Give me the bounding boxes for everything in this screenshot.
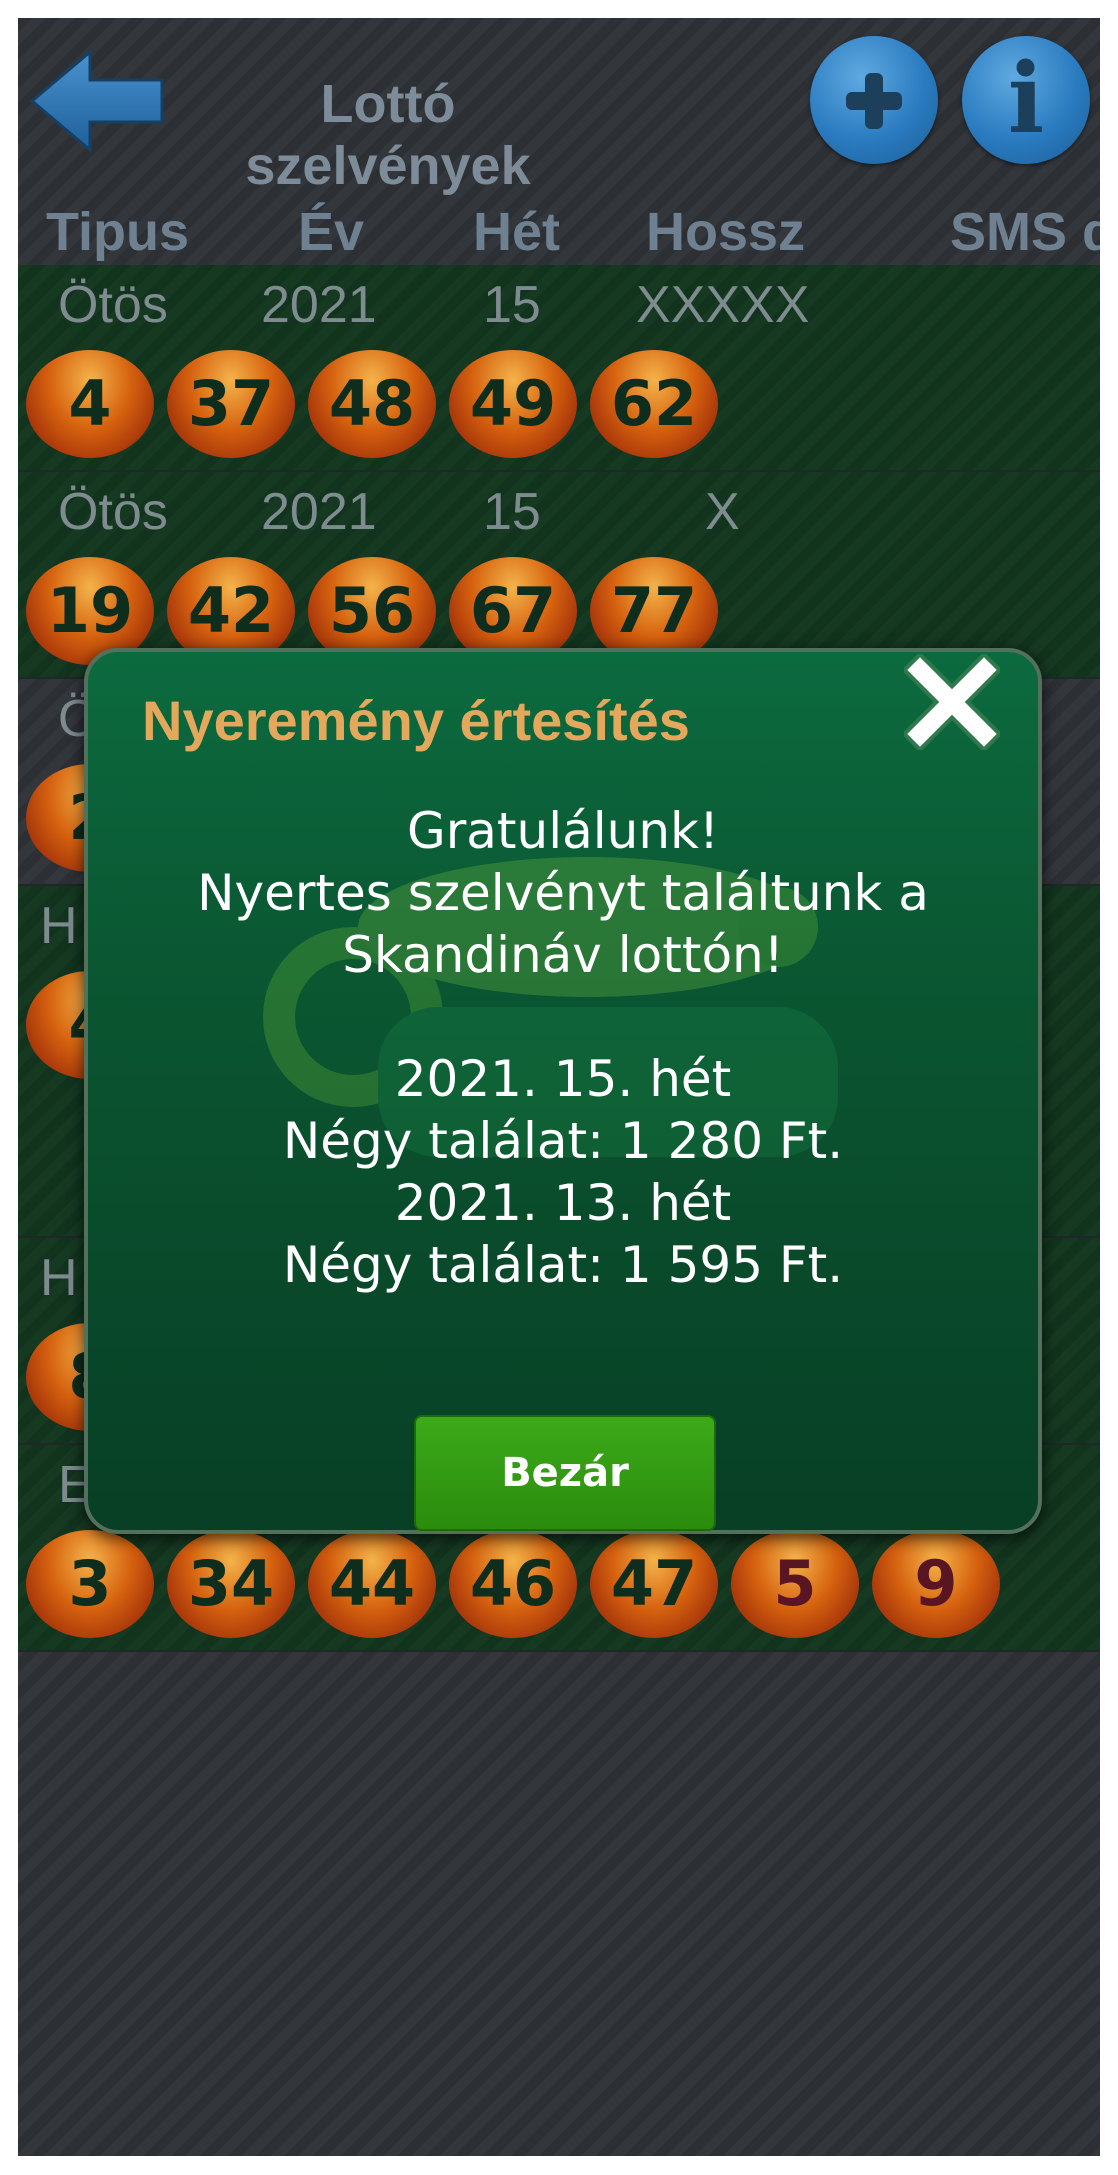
win-amount: Négy találat: 1 595 Ft. <box>282 1236 844 1294</box>
dialog-message-line: Skandináv lottón! <box>342 926 784 984</box>
win-notification-dialog: Nyeremény értesítés Gratulálunk! Nyertes… <box>84 648 1042 1534</box>
app-screen: Lottó szelvények i Tipus Év Hét Hossz SM… <box>18 18 1100 2156</box>
win-week: 2021. 13. hét <box>394 1174 732 1232</box>
dialog-title: Nyeremény értesítés <box>142 689 690 752</box>
win-amount: Négy találat: 1 280 Ft. <box>282 1112 844 1170</box>
win-week: 2021. 15. hét <box>394 1050 732 1108</box>
dialog-message-line: Gratulálunk! <box>406 802 720 860</box>
dialog-message-line: Nyertes szelvényt találtunk a <box>197 864 929 922</box>
close-icon[interactable] <box>901 651 1003 753</box>
close-button[interactable]: Bezár <box>414 1415 716 1531</box>
